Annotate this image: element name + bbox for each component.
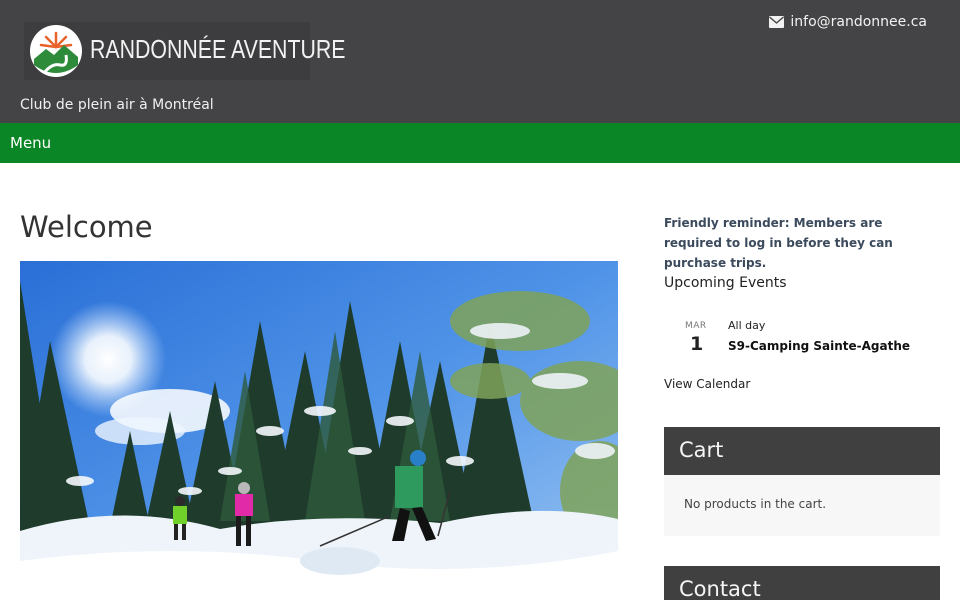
upcoming-events-title: Upcoming Events	[664, 275, 787, 291]
hero-image	[20, 261, 618, 600]
page-title: Welcome	[20, 210, 153, 244]
contact-widget-title: Contact	[664, 566, 940, 600]
logo-badge-icon	[30, 25, 82, 77]
contact-email-link[interactable]: info@randonnee.ca	[769, 14, 927, 30]
member-reminder: Friendly reminder: Members are required …	[664, 216, 893, 270]
cart-empty-message: No products in the cart.	[684, 497, 827, 511]
email-text: info@randonnee.ca	[790, 14, 927, 30]
main-nav: Menu	[0, 123, 960, 163]
event-month: MAR	[685, 321, 707, 331]
cart-widget-title: Cart	[664, 427, 940, 475]
logo-text: RANDONNÉE AVENTURE	[90, 34, 346, 64]
event-time: All day	[728, 319, 766, 332]
sidebar: Friendly reminder: Members are required …	[664, 213, 940, 600]
event-name-link[interactable]: S9-Camping Sainte-Agathe	[728, 339, 910, 353]
cart-widget-body: No products in the cart.	[664, 475, 940, 536]
site-logo[interactable]: RANDONNÉE AVENTURE	[24, 22, 345, 80]
site-header: RANDONNÉE AVENTURE info@randonnee.ca Clu…	[0, 0, 960, 123]
envelope-icon	[769, 16, 785, 28]
event-day: 1	[690, 333, 704, 355]
site-tagline: Club de plein air à Montréal	[20, 97, 214, 113]
event-item[interactable]: MAR 1 All day S9-Camping Sainte-Agathe	[664, 319, 940, 359]
menu-toggle-button[interactable]: Menu	[10, 134, 51, 152]
view-calendar-link[interactable]: View Calendar	[664, 377, 750, 391]
